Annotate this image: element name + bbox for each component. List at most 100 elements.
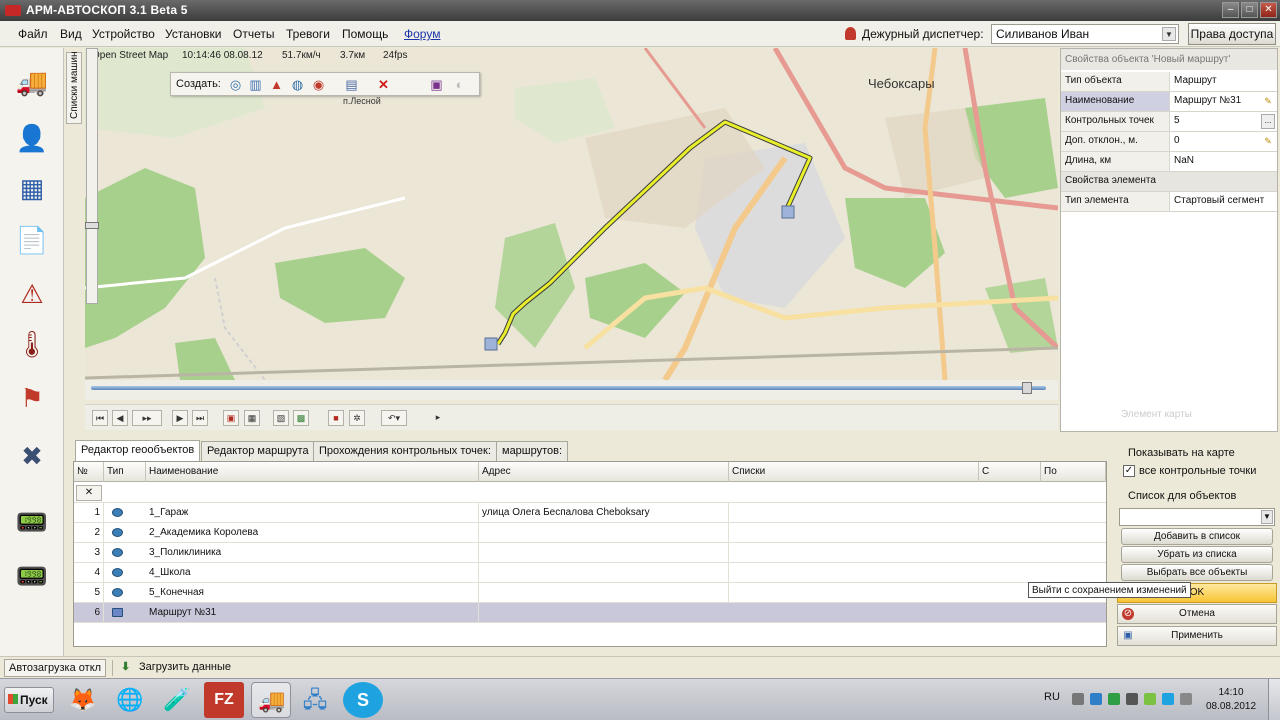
menu-file[interactable]: Файл: [18, 27, 48, 41]
prop-value[interactable]: Маршрут №31: [1169, 92, 1277, 111]
access-rights-button[interactable]: Права доступа: [1188, 23, 1276, 45]
prop-row-element-type[interactable]: Тип элемента Стартовый сегмент: [1061, 192, 1277, 212]
language-indicator[interactable]: RU: [1044, 691, 1060, 703]
pencil-icon[interactable]: ✎: [1262, 95, 1274, 107]
image-icon[interactable]: ▧: [273, 410, 289, 426]
col-to[interactable]: По: [1041, 462, 1106, 482]
remove-from-list-button[interactable]: Убрать из списка: [1121, 546, 1273, 563]
create-circle-button[interactable]: ◎: [227, 76, 244, 93]
step-forward-icon[interactable]: ▶: [172, 410, 188, 426]
taskbar-skype[interactable]: S: [343, 682, 383, 718]
taskbar-filezilla[interactable]: FZ: [204, 682, 244, 718]
prop-row-checkpoints[interactable]: Контрольных точек 5 ...: [1061, 112, 1277, 132]
more-icon[interactable]: ▸: [430, 410, 446, 426]
document-alert-button[interactable]: 📄: [12, 220, 52, 260]
timeline-track[interactable]: [91, 386, 1046, 390]
maximize-button[interactable]: □: [1241, 2, 1258, 18]
grid-icon[interactable]: ▦: [244, 410, 260, 426]
route-flags-button[interactable]: ⚑: [12, 378, 52, 418]
prop-value[interactable]: 0: [1169, 132, 1277, 151]
delete-button[interactable]: ✕: [375, 76, 392, 93]
menu-device[interactable]: Устройство: [92, 27, 155, 41]
record-icon[interactable]: ▣: [223, 410, 239, 426]
route-end-marker[interactable]: [781, 205, 795, 219]
table-row[interactable]: 5 5_Конечная: [74, 583, 1106, 603]
prop-row-length[interactable]: Длина, км NaN: [1061, 152, 1277, 172]
select-all-button[interactable]: Выбрать все объекты: [1121, 564, 1273, 581]
create-globe-button[interactable]: ◍: [289, 76, 306, 93]
speed-input[interactable]: ▸▸: [132, 410, 162, 426]
menu-forum-link[interactable]: Форум: [404, 27, 440, 41]
stop-icon[interactable]: ■: [328, 410, 344, 426]
tray-device-icon[interactable]: [1126, 693, 1138, 705]
timeline-thumb[interactable]: [1021, 382, 1032, 394]
table-row[interactable]: 3 3_Поликлиника: [74, 543, 1106, 563]
disabled-tool-button[interactable]: ◐: [451, 76, 468, 93]
col-from[interactable]: С: [979, 462, 1041, 482]
route-start-marker[interactable]: [484, 337, 498, 351]
tracker-device-2-button[interactable]: 📟: [12, 556, 52, 596]
prop-value[interactable]: Маршрут: [1169, 72, 1277, 91]
tray-skype-icon[interactable]: [1162, 693, 1174, 705]
add-to-list-button[interactable]: Добавить в список: [1121, 528, 1273, 545]
table-row[interactable]: 1 1_Гараж улица Олега Беспалова Cheboksa…: [74, 503, 1106, 523]
prop-value[interactable]: Стартовый сегмент: [1169, 192, 1277, 211]
tab-route-editor[interactable]: Редактор маршрута: [201, 441, 315, 461]
objects-list-select[interactable]: ▼: [1119, 508, 1275, 526]
clear-filter-button[interactable]: ✕: [76, 485, 102, 501]
close-button[interactable]: ✕: [1260, 2, 1277, 18]
skip-start-icon[interactable]: ⏮: [92, 410, 108, 426]
vehicle-lists-tab[interactable]: Списки машин: [66, 51, 82, 124]
chevron-down-icon[interactable]: ▼: [1162, 27, 1176, 41]
map-canvas[interactable]: [85, 48, 1058, 380]
ellipsis-button[interactable]: ...: [1261, 114, 1275, 129]
driver-button[interactable]: 👤: [12, 118, 52, 158]
menu-settings[interactable]: Установки: [165, 27, 221, 41]
properties-button[interactable]: ▣: [428, 76, 445, 93]
cancel-button[interactable]: ⊘ Отмена: [1117, 604, 1277, 624]
pencil-icon[interactable]: ✎: [1262, 135, 1274, 147]
create-point-button[interactable]: ◉: [310, 76, 327, 93]
menu-view[interactable]: Вид: [60, 27, 82, 41]
temperature-button[interactable]: 🌡: [12, 324, 52, 364]
tab-geo-editor[interactable]: Редактор геообъектов: [75, 440, 201, 461]
menu-help[interactable]: Помощь: [342, 27, 388, 41]
col-number[interactable]: №: [74, 462, 104, 482]
show-desktop-button[interactable]: [1268, 679, 1280, 720]
settings-icon[interactable]: ✲: [349, 410, 365, 426]
all-checkpoints-checkbox[interactable]: ✓: [1123, 465, 1135, 477]
taskbar-media-app[interactable]: 🧪: [157, 682, 197, 718]
col-name[interactable]: Наименование: [146, 462, 479, 482]
edit-document-button[interactable]: ▤: [343, 76, 360, 93]
tray-network-icon[interactable]: [1090, 693, 1102, 705]
prop-row-deviation[interactable]: Доп. отклон., м. 0 ✎: [1061, 132, 1277, 152]
create-building-button[interactable]: ▥: [247, 76, 264, 93]
tray-check-icon[interactable]: [1144, 693, 1156, 705]
menu-reports[interactable]: Отчеты: [233, 27, 274, 41]
prop-row-name[interactable]: Наименование Маршрут №31 ✎: [1061, 92, 1277, 112]
col-address[interactable]: Адрес: [479, 462, 729, 482]
table-row[interactable]: 2 2_Академика Королева: [74, 523, 1106, 543]
map-view[interactable]: Open Street Map 10:14:46 08.08.12 51.7км…: [85, 48, 1058, 380]
taskbar-autoscop[interactable]: 🚚: [251, 682, 291, 718]
map-layer-icon[interactable]: ▩: [293, 410, 309, 426]
prop-row-type[interactable]: Тип объекта Маршрут: [1061, 72, 1277, 92]
tray-volume-icon[interactable]: [1180, 693, 1192, 705]
col-type[interactable]: Тип: [104, 462, 146, 482]
minimize-button[interactable]: –: [1222, 2, 1239, 18]
system-clock[interactable]: 14:10 08.08.2012: [1201, 686, 1261, 714]
chevron-down-icon[interactable]: ▼: [1261, 510, 1273, 524]
taskbar-firefox[interactable]: 🦊: [63, 682, 103, 718]
start-button[interactable]: Пуск: [4, 687, 54, 713]
table-row-selected[interactable]: 6 Маршрут №31: [74, 603, 1106, 623]
skip-end-icon[interactable]: ⏭: [192, 410, 208, 426]
step-back-icon[interactable]: ◀: [112, 410, 128, 426]
menu-alarms[interactable]: Тревоги: [286, 27, 330, 41]
load-data-button[interactable]: ⬇ Загрузить данные: [121, 660, 231, 673]
tab-routes[interactable]: маршрутов:: [496, 441, 569, 461]
apply-button[interactable]: ▣ Применить: [1117, 626, 1277, 646]
map-zoom-slider[interactable]: [86, 48, 98, 304]
undo-icon[interactable]: ↶▾: [381, 410, 407, 426]
tray-app-icon[interactable]: [1108, 693, 1120, 705]
timeline-slider[interactable]: [85, 380, 1058, 400]
